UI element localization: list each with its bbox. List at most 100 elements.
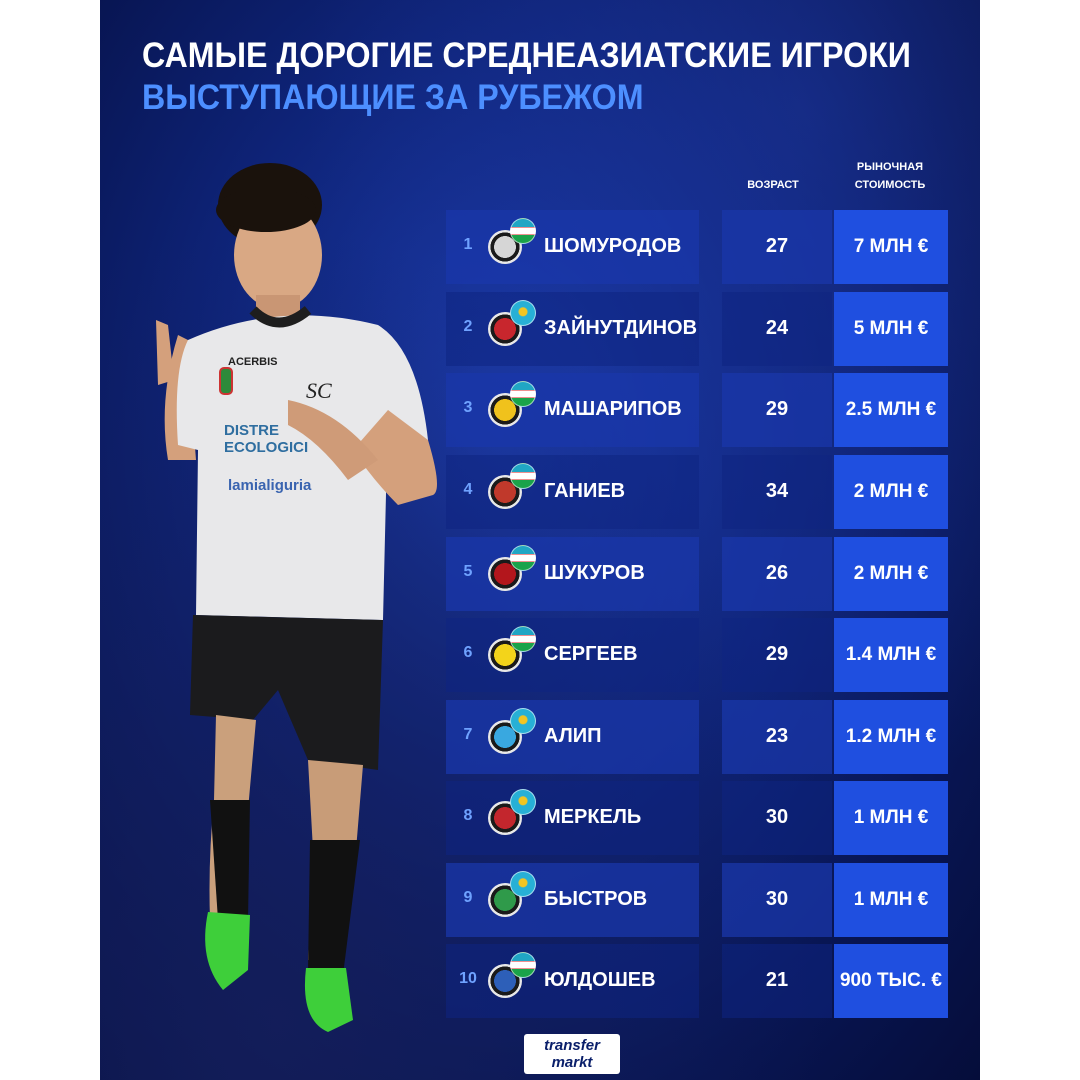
name-cell: 4 ГАНИЕВ (446, 455, 699, 529)
name-cell: 5 ШУКУРОВ (446, 537, 699, 611)
rank-number: 10 (459, 970, 477, 987)
player-age: 26 (765, 562, 789, 584)
player-age: 29 (765, 643, 789, 665)
value-cell: 7 МЛН € (834, 210, 948, 284)
table-row: 2 ЗАЙНУТДИНОВ 24 5 МЛН € (446, 292, 948, 366)
flag-icon (510, 708, 536, 734)
table-row: 4 ГАНИЕВ 34 2 МЛН € (446, 455, 948, 529)
flag-icon (510, 871, 536, 897)
flag-icon (510, 300, 536, 326)
value-cell: 1.2 МЛН € (834, 700, 948, 774)
age-cell: 29 (722, 373, 832, 447)
rank-number: 1 (463, 236, 473, 253)
player-name: ЗАЙНУТДИНОВ (544, 317, 698, 339)
age-cell: 24 (722, 292, 832, 366)
flag-icon (510, 218, 536, 244)
shirt-sponsor: ACERBIS (228, 356, 278, 368)
table-row: 10 ЮЛДОШЕВ 21 900 ТЫС. € (446, 944, 948, 1018)
rank-number: 4 (463, 481, 473, 498)
age-cell: 26 (722, 537, 832, 611)
name-cell: 6 СЕРГЕЕВ (446, 618, 699, 692)
player-age: 24 (765, 317, 789, 339)
player-age: 23 (765, 725, 789, 747)
player-name: АЛИП (544, 725, 602, 747)
rank-number: 9 (463, 889, 473, 906)
table-row: 9 БЫСТРОВ 30 1 МЛН € (446, 863, 948, 937)
player-name: ШУКУРОВ (544, 562, 645, 584)
value-cell: 2.5 МЛН € (834, 373, 948, 447)
name-cell: 1 ШОМУРОДОВ (446, 210, 699, 284)
name-cell: 8 МЕРКЕЛЬ (446, 781, 699, 855)
age-cell: 21 (722, 944, 832, 1018)
age-cell: 34 (722, 455, 832, 529)
age-header: ВОЗРАСТ (747, 179, 799, 191)
market-value: 2 МЛН € (853, 563, 929, 584)
shirt-club: SC (306, 378, 332, 403)
rank-number: 6 (463, 644, 473, 661)
shirt-ad2: ECOLOGICI (224, 439, 308, 456)
player-name: МЕРКЕЛЬ (544, 806, 642, 828)
name-cell: 10 ЮЛДОШЕВ (446, 944, 699, 1018)
market-value: 7 МЛН € (853, 236, 929, 257)
player-name: БЫСТРОВ (544, 888, 648, 910)
age-cell: 30 (722, 863, 832, 937)
table-row: 7 АЛИП 23 1.2 МЛН € (446, 700, 948, 774)
rank-number: 8 (463, 807, 473, 824)
page-subtitle: ВЫСТУПАЮЩИЕ ЗА РУБЕЖОМ (142, 78, 644, 117)
flag-icon (510, 545, 536, 571)
player-age: 27 (765, 235, 789, 257)
page-title: САМЫЕ ДОРОГИЕ СРЕДНЕАЗИАТСКИЕ ИГРОКИ (142, 36, 911, 75)
player-age: 34 (765, 480, 789, 502)
value-cell: 1.4 МЛН € (834, 618, 948, 692)
table-row: 3 МАШАРИПОВ 29 2.5 МЛН € (446, 373, 948, 447)
value-cell: 2 МЛН € (834, 537, 948, 611)
age-cell: 27 (722, 210, 832, 284)
age-cell: 29 (722, 618, 832, 692)
flag-icon (510, 626, 536, 652)
player-name: ЮЛДОШЕВ (544, 969, 656, 991)
age-cell: 23 (722, 700, 832, 774)
player-name: СЕРГЕЕВ (544, 643, 638, 665)
name-cell: 9 БЫСТРОВ (446, 863, 699, 937)
flag-icon (510, 789, 536, 815)
value-cell: 900 ТЫС. € (834, 944, 948, 1018)
infographic-frame: САМЫЕ ДОРОГИЕ СРЕДНЕАЗИАТСКИЕ ИГРОКИ ВЫС… (100, 0, 980, 1080)
rank-number: 2 (463, 318, 473, 335)
rank-number: 7 (463, 726, 473, 743)
market-value: 5 МЛН € (853, 318, 929, 339)
market-value: 1.2 МЛН € (845, 726, 937, 747)
value-cell: 5 МЛН € (834, 292, 948, 366)
table-row: 8 МЕРКЕЛЬ 30 1 МЛН € (446, 781, 948, 855)
market-value: 1 МЛН € (853, 807, 929, 828)
player-photo: ACERBIS SC DISTRE ECOLOGICI lamialiguria (156, 163, 437, 1032)
market-value: 1 МЛН € (853, 889, 929, 910)
transfermarkt-logo: transfer markt (524, 1034, 620, 1074)
name-cell: 2 ЗАЙНУТДИНОВ (446, 292, 699, 366)
name-cell: 3 МАШАРИПОВ (446, 373, 699, 447)
table-row: 5 ШУКУРОВ 26 2 МЛН € (446, 537, 948, 611)
rank-number: 5 (463, 563, 473, 580)
name-cell: 7 АЛИП (446, 700, 699, 774)
player-name: МАШАРИПОВ (544, 398, 682, 420)
shirt-ad3: lamialiguria (228, 477, 312, 494)
rank-number: 3 (463, 399, 473, 416)
shirt-ad1: DISTRE (224, 422, 279, 439)
player-name: ШОМУРОДОВ (544, 235, 682, 257)
flag-icon (510, 952, 536, 978)
market-value: 2.5 МЛН € (845, 399, 937, 420)
player-age: 30 (765, 888, 789, 910)
table-row: 6 СЕРГЕЕВ 29 1.4 МЛН € (446, 618, 948, 692)
age-cell: 30 (722, 781, 832, 855)
value-cell: 1 МЛН € (834, 781, 948, 855)
flag-icon (510, 381, 536, 407)
flag-icon (510, 463, 536, 489)
brand-line2: markt (551, 1054, 593, 1071)
table-row: 1 ШОМУРОДОВ 27 7 МЛН € (446, 210, 948, 284)
market-value: 2 МЛН € (853, 481, 929, 502)
player-name: ГАНИЕВ (544, 480, 626, 502)
value-cell: 1 МЛН € (834, 863, 948, 937)
player-age: 21 (765, 969, 789, 991)
value-header: РЫНОЧНАЯ СТОИМОСТЬ (830, 158, 950, 194)
brand-line1: transfer (544, 1037, 600, 1054)
value-header-line1: РЫНОЧНАЯ (856, 161, 924, 173)
